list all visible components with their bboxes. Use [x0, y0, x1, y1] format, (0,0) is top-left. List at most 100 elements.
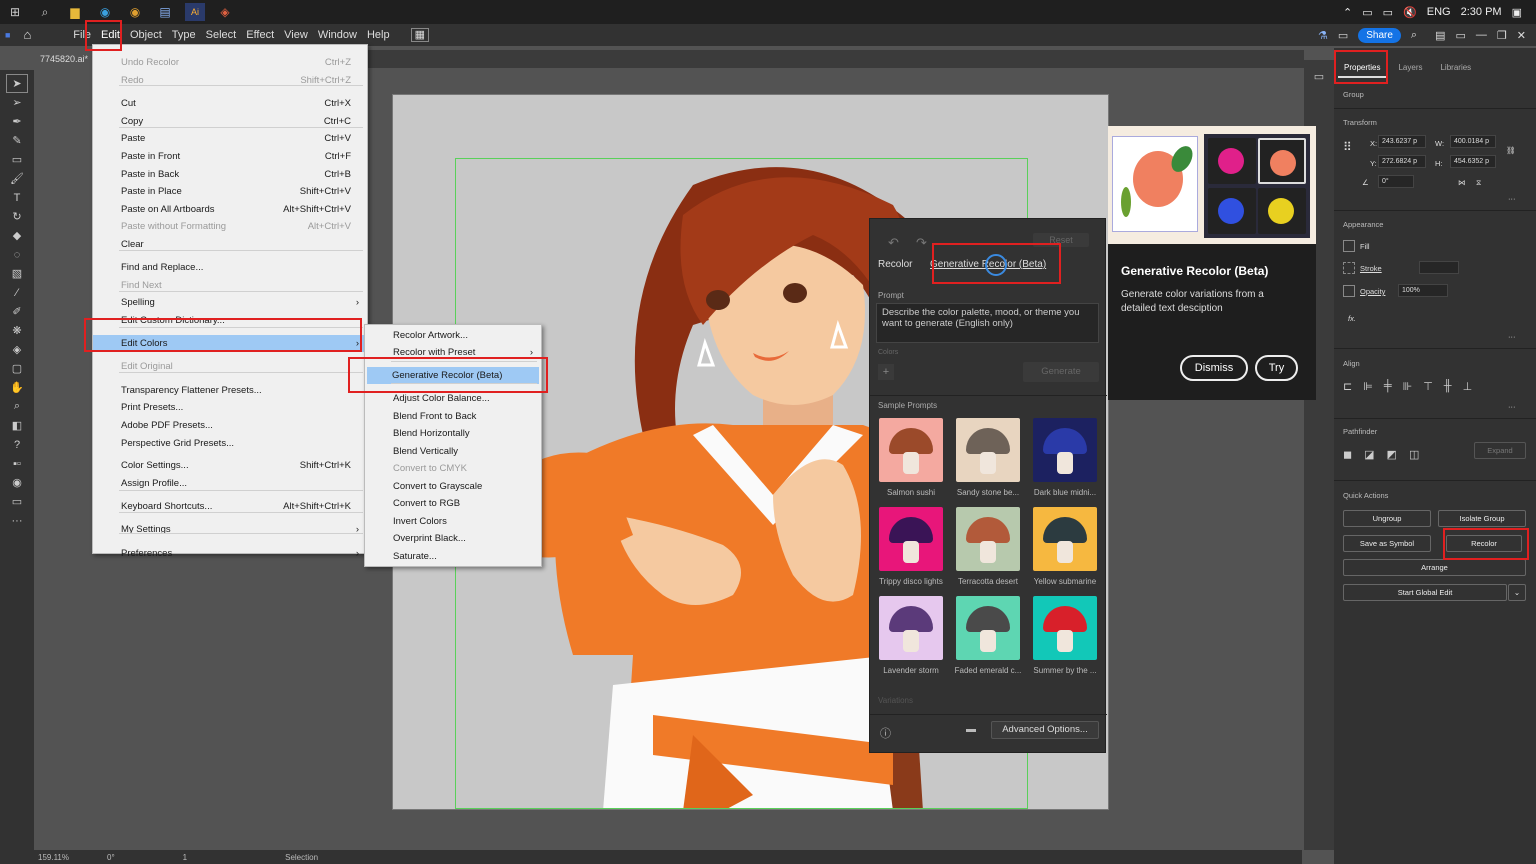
edit-colors-item[interactable]: Recolor with Preset ›	[365, 344, 541, 361]
edit-colors-item[interactable]: Adjust Color Balance...	[365, 390, 541, 407]
arrange-button[interactable]: Arrange	[1343, 559, 1526, 576]
workspace-icon[interactable]: ▤	[1435, 29, 1445, 42]
edit-colors-item[interactable]: Recolor Artwork...	[365, 327, 541, 344]
sample-prompt-label[interactable]: Summer by the ...	[1030, 666, 1100, 675]
isolate-group-button[interactable]: Isolate Group	[1438, 510, 1526, 527]
direct-selection-tool-icon[interactable]: ➢	[0, 93, 34, 112]
draw-mode-icon[interactable]: ◉	[0, 473, 34, 492]
more-align-icon[interactable]: ···	[1508, 402, 1516, 411]
edit-menu-item[interactable]: Perspective Grid Presets...	[93, 435, 367, 452]
prompt-input[interactable]: Describe the color palette, mood, or the…	[876, 303, 1099, 343]
sample-prompt-thumbnail[interactable]	[956, 418, 1020, 482]
opacity-label[interactable]: Opacity	[1360, 287, 1385, 296]
ungroup-button[interactable]: Ungroup	[1343, 510, 1431, 527]
angle-field[interactable]: 0°	[1378, 175, 1414, 188]
align-left-icon[interactable]: ⊫	[1363, 380, 1373, 393]
edit-menu-item[interactable]: Spelling ›	[93, 294, 367, 311]
sample-prompt-label[interactable]: Lavender storm	[876, 666, 946, 675]
arrange-documents-icon[interactable]: ▦	[410, 28, 429, 42]
start-global-edit-button[interactable]: Start Global Edit	[1343, 584, 1507, 601]
network-icon[interactable]: ▭	[1362, 6, 1372, 19]
constrain-icon[interactable]: ⛓	[1506, 146, 1516, 155]
shape-builder-icon[interactable]: ◈	[0, 340, 34, 359]
menu-type[interactable]: Type	[167, 24, 201, 46]
panel-icon[interactable]: ▭	[1456, 29, 1466, 42]
advanced-options-button[interactable]: Advanced Options...	[991, 721, 1099, 739]
search-app-icon[interactable]: ⌕	[1411, 29, 1417, 42]
sample-prompt-label[interactable]: Salmon sushi	[876, 488, 946, 497]
sample-prompts-heading[interactable]: Sample Prompts	[878, 401, 937, 410]
color-mode-icon[interactable]: ▪▫	[0, 454, 34, 473]
y-field[interactable]: 272.6824 p	[1378, 155, 1426, 168]
minimize-icon[interactable]: —	[1476, 29, 1487, 41]
undo-icon[interactable]: ↶	[888, 235, 899, 251]
edit-menu-item[interactable]: My Settings ›	[93, 521, 367, 538]
tab-properties[interactable]: Properties	[1338, 58, 1387, 78]
symbol-tool-icon[interactable]: ❋	[0, 321, 34, 340]
sample-prompt-thumbnail[interactable]	[879, 596, 943, 660]
edit-colors-item[interactable]: Blend Horizontally	[365, 425, 541, 442]
expand-button[interactable]: Expand	[1474, 442, 1526, 459]
chrome-icon[interactable]: ◉	[125, 3, 145, 21]
opacity-field[interactable]: 100%	[1398, 284, 1448, 297]
sample-prompt-label[interactable]: Sandy stone be...	[953, 488, 1023, 497]
unite-icon[interactable]: ◼	[1343, 448, 1352, 461]
dismiss-button[interactable]: Dismiss	[1180, 355, 1248, 381]
add-color-icon[interactable]: +	[878, 364, 894, 380]
app-icon[interactable]: ◈	[215, 3, 235, 21]
display-icon[interactable]: ▭	[1383, 6, 1393, 19]
fill-swatch[interactable]	[1343, 240, 1355, 252]
edit-menu-item[interactable]: Find and Replace...	[93, 259, 367, 276]
edit-menu-item[interactable]: Print Presets...	[93, 399, 367, 416]
sample-prompt-label[interactable]: Trippy disco lights	[876, 577, 946, 586]
notepad-icon[interactable]: ▤	[155, 3, 175, 21]
menu-select[interactable]: Select	[201, 24, 242, 46]
sample-prompt-label[interactable]: Yellow submarine	[1030, 577, 1100, 586]
stroke-swatch[interactable]	[1343, 262, 1355, 274]
rectangle-tool-icon[interactable]: ▭	[0, 150, 34, 169]
align-right-icon[interactable]: ⊪	[1403, 380, 1413, 393]
edit-colors-item[interactable]: Convert to Grayscale	[365, 478, 541, 495]
global-edit-options-icon[interactable]: ⌄	[1508, 584, 1526, 601]
learn-icon[interactable]: ⚗	[1318, 29, 1328, 42]
share-button[interactable]: Share	[1358, 27, 1401, 43]
help-icon[interactable]: ?	[0, 435, 34, 454]
edit-colors-item[interactable]: Saturate...	[365, 548, 541, 565]
eyedropper-tool-icon[interactable]: ⁄	[0, 283, 34, 302]
edit-menu-item[interactable]: Transparency Flattener Presets...	[93, 382, 367, 399]
edit-menu-item[interactable]: Adobe PDF Presets...	[93, 417, 367, 434]
minus-front-icon[interactable]: ◪	[1364, 448, 1374, 461]
sample-prompt-label[interactable]: Terracotta desert	[953, 577, 1023, 586]
gradient-tool-icon[interactable]: ▧	[0, 264, 34, 283]
generate-button[interactable]: Generate	[1023, 362, 1099, 382]
hand-tool-icon[interactable]: ✋	[0, 378, 34, 397]
eraser-tool-icon[interactable]: ◆	[0, 226, 34, 245]
edit-menu-item[interactable]: Paste on All Artboards Alt+Shift+Ctrl+V	[93, 201, 367, 218]
menu-window[interactable]: Window	[313, 24, 362, 46]
menu-file[interactable]: File	[45, 24, 96, 46]
zoom-level[interactable]: 159.11%	[38, 853, 69, 862]
reset-button[interactable]: Reset	[1033, 233, 1089, 247]
windows-start-icon[interactable]: ⊞	[5, 3, 25, 21]
sample-prompt-thumbnail[interactable]	[879, 507, 943, 571]
lasso-tool-icon[interactable]: ◌	[0, 245, 34, 264]
close-icon[interactable]: ✕	[1517, 29, 1526, 42]
intersect-icon[interactable]: ◩	[1387, 448, 1397, 461]
artboard-tool-icon[interactable]: ▢	[0, 359, 34, 378]
notification-icon[interactable]: ▣	[1512, 6, 1522, 19]
sample-prompt-thumbnail[interactable]	[1033, 596, 1097, 660]
flip-vertical-icon[interactable]: ⧖	[1476, 178, 1481, 188]
sample-prompt-thumbnail[interactable]	[879, 418, 943, 482]
tab-recolor[interactable]: Recolor	[878, 259, 912, 270]
reference-point-icon[interactable]: ⠿	[1343, 140, 1352, 154]
flip-horizontal-icon[interactable]: ⋈	[1458, 178, 1466, 187]
sample-prompt-label[interactable]: Dark blue midni...	[1030, 488, 1100, 497]
sample-prompt-thumbnail[interactable]	[956, 507, 1020, 571]
align-center-v-icon[interactable]: ╫	[1444, 380, 1452, 393]
try-button[interactable]: Try	[1255, 355, 1298, 381]
stroke-label[interactable]: Stroke	[1360, 264, 1382, 273]
clock[interactable]: 2:30 PM	[1461, 6, 1502, 18]
restore-icon[interactable]: ❐	[1497, 29, 1507, 42]
edit-menu-item[interactable]: Edit Colors ›	[93, 335, 367, 352]
more-tools-icon[interactable]: ···	[0, 511, 34, 530]
